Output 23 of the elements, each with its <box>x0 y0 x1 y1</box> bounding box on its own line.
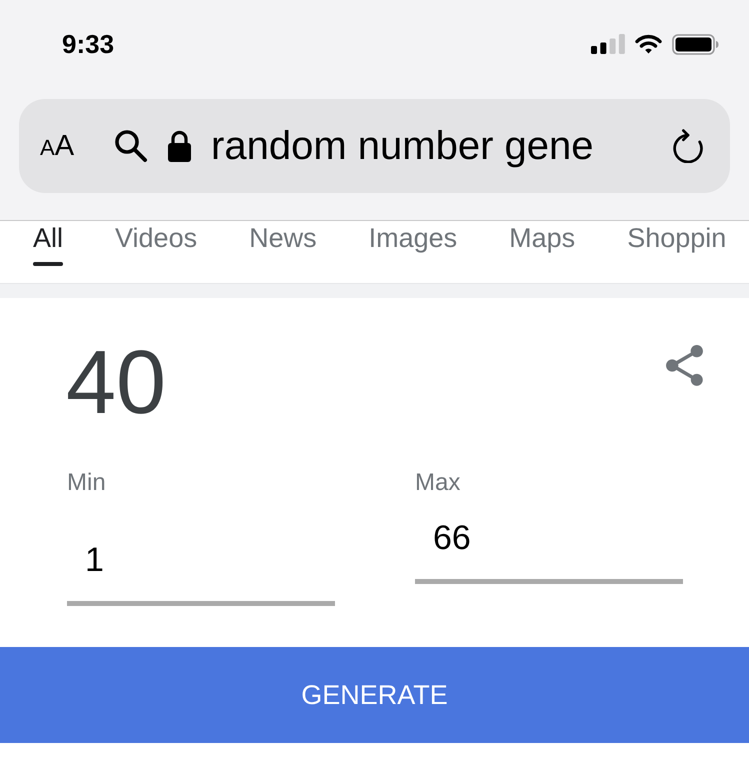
search-tab[interactable]: Maps <box>509 221 576 266</box>
status-time: 9:33 <box>62 29 114 59</box>
number-input-field[interactable]: 66 <box>415 512 683 584</box>
url-text: random number gene <box>211 123 594 169</box>
number-input-field[interactable]: 1 <box>67 534 335 606</box>
search-icon <box>114 129 148 163</box>
random-number-result: 40 <box>66 338 166 428</box>
search-tab[interactable]: Shoppin <box>627 221 726 266</box>
search-tab[interactable]: All <box>33 221 64 266</box>
generate-button[interactable]: GENERATE <box>0 647 749 743</box>
lock-icon <box>168 130 192 162</box>
battery-icon <box>672 34 719 54</box>
search-tab[interactable]: Videos <box>115 221 198 266</box>
cellular-signal-icon <box>591 34 625 54</box>
wifi-icon <box>635 34 662 54</box>
field-label: Min <box>67 469 106 497</box>
share-icon[interactable] <box>666 345 703 386</box>
search-tab[interactable]: Images <box>368 221 458 266</box>
field-label: Max <box>415 469 460 497</box>
search-tab[interactable]: News <box>249 221 317 266</box>
address-bar[interactable]: AA random number gene <box>19 99 730 193</box>
text-size-button[interactable]: AA <box>40 132 74 160</box>
reload-icon[interactable] <box>672 129 704 163</box>
